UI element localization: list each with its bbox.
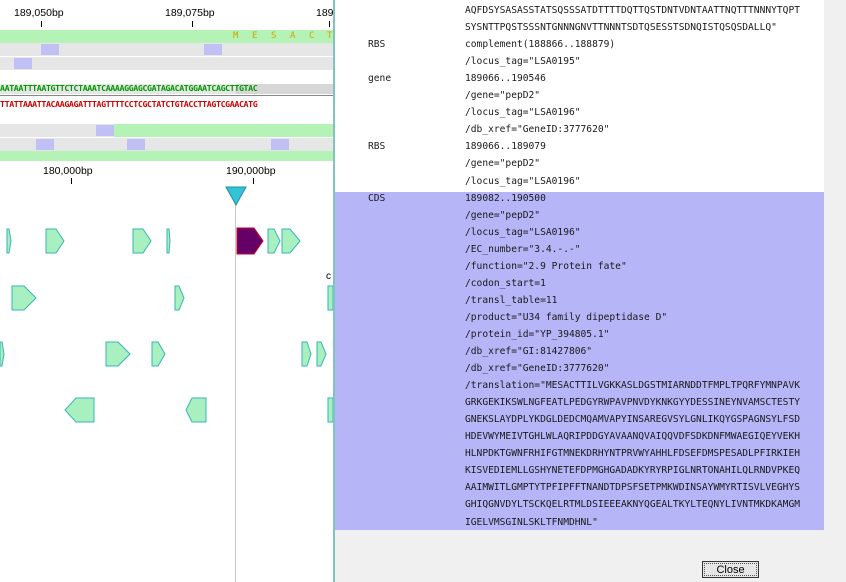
feature-key: gene — [368, 73, 392, 85]
close-button[interactable]: Close — [702, 561, 759, 578]
aa-letter: E — [252, 31, 258, 41]
aa-letter: S — [271, 31, 277, 41]
ruler-label: 180,000bp — [43, 165, 93, 177]
genbank-entry-text: AQFDSYSASASSTATSQSSSATDTTTTDQTTQSTDNTVDN… — [335, 0, 824, 530]
stop-codon-track — [0, 43, 333, 56]
aa-letter: A — [290, 31, 296, 41]
feature-value: AAIMWITLGMPTYTPFIPFFTNANDTDPSFSETPMKWDIN… — [465, 482, 801, 494]
gene-feature — [185, 397, 207, 423]
feature-key: CDS — [368, 192, 386, 204]
feature-value: HDEVWYMEIVTGHLWLAQRIPDDGYAVAANQVAIQQVDFS… — [465, 431, 801, 443]
gene-feature — [132, 228, 152, 254]
feature-value: GHIQGNVDYLTSCKQELRTMLDSIEEEAKNYQGEALTKYL… — [465, 499, 801, 511]
feature-value: 189066..190546 — [465, 73, 546, 85]
feature-value: HLNPDKTGWNFRHIFGTMNEKDRHYNTPRVWYAHHLFDSE… — [465, 448, 801, 460]
feature-value: /db_xref="GeneID:3777620" — [465, 363, 610, 375]
gene-feature — [105, 341, 131, 367]
selected-cds-highlight — [335, 192, 824, 530]
svg-text:c: c — [326, 271, 331, 282]
selected-cds-feature — [236, 227, 264, 255]
feature-value: /locus_tag="LSA0196" — [465, 226, 581, 238]
feature-value: /codon_start=1 — [465, 277, 546, 289]
feature-key: RBS — [368, 141, 386, 153]
sequence-view-panel: 189,050bp 189,075bp 189 M E S A C T AATA… — [0, 0, 333, 582]
feature-value: /db_xref="GeneID:3777620" — [465, 124, 610, 136]
gene-feature — [151, 341, 166, 367]
feature-value: /locus_tag="LSA0196" — [465, 175, 581, 187]
feature-value: 189066..189079 — [465, 141, 546, 153]
gene-feature — [174, 285, 185, 311]
ruler-label: 189,050bp — [14, 7, 64, 19]
feature-value: 189082..190500 — [465, 192, 546, 204]
stop-codon-track — [0, 57, 333, 70]
feature-value: /translation="MESACTTILVGKKASLDGSTMIARND… — [465, 380, 801, 392]
feature-value: /gene="pepD2" — [465, 158, 541, 170]
gene-feature — [45, 228, 65, 254]
feature-overview: c — [0, 227, 333, 423]
aa-letter: M — [233, 31, 239, 41]
aa-letter: T — [327, 31, 333, 41]
gene-feature — [6, 228, 12, 254]
feature-value: AQFDSYSASASSTATSQSSSATDTTTTDQTTQSTDNTVDN… — [465, 5, 801, 16]
reverse-strand-sequence: TTATTAAATTACAAGAGATTTAGTTTTCCTCGCTATCTGT… — [0, 99, 258, 109]
forward-strand-sequence: AATAATTTAATGTTCTCTAAATCAAAAGGAGCGATAGACA… — [0, 83, 258, 93]
feature-value: /function="2.9 Protein fate" — [465, 260, 627, 272]
aa-letter: C — [309, 31, 315, 41]
feature-value: complement(188866..188879) — [465, 39, 616, 51]
gene-feature — [166, 228, 171, 254]
feature-value: KISVEDIEMLLGSHYNETEFDPMGHGADADKYRYRPIGLN… — [465, 465, 801, 477]
feature-value: /EC_number="3.4.-.-" — [465, 243, 581, 255]
feature-value: /locus_tag="LSA0195" — [465, 56, 581, 68]
ruler-label: 189,075bp — [165, 7, 215, 19]
feature-value: GRKGEKIKSWLNGFEATLPEDGYRWPAVPNVDYKNKGYYD… — [465, 397, 801, 409]
feature-key: RBS — [368, 39, 386, 51]
translation-frame-track — [0, 151, 333, 161]
feature-value: /gene="pepD2" — [465, 90, 541, 102]
position-cursor-marker[interactable] — [225, 185, 247, 207]
feature-value: SYSNTTPQSTSSSNTGNNNGNVTTNNNTSDTQSESSTSDN… — [465, 22, 777, 34]
stop-codon-track — [0, 124, 333, 137]
ruler-label: 189 — [316, 7, 333, 19]
feature-value: /locus_tag="LSA0196" — [465, 107, 581, 119]
feature-value: /transl_table=11 — [465, 294, 558, 306]
translation-frame-track: M E S A C T — [0, 30, 333, 43]
feature-value: /gene="pepD2" — [465, 209, 541, 221]
feature-value: IGELVMSGINLSKLTFNMDHNL" — [465, 516, 598, 528]
stop-codon-track — [0, 138, 333, 151]
feature-value: /product="U34 family dipeptidase D" — [465, 311, 668, 323]
gene-feature — [281, 228, 301, 254]
ruler-label: 190,000bp — [226, 165, 276, 177]
genbank-entry-dialog: AQFDSYSASASSTATSQSSSATDTTTTDQTTQSTDNTVDN… — [335, 0, 846, 582]
gene-feature — [301, 341, 312, 367]
gene-feature — [64, 397, 95, 423]
feature-value: /db_xref="GI:81427806" — [465, 346, 593, 357]
gene-feature — [267, 228, 281, 254]
feature-value: GNEKSLAYDPLYKDGLDEDCMQAMVAPYINSAREGVSYLG… — [465, 414, 801, 426]
feature-value: /protein_id="YP_394805.1" — [465, 328, 610, 340]
gene-feature — [0, 341, 5, 367]
gene-feature — [11, 285, 37, 311]
gene-feature — [316, 341, 327, 367]
